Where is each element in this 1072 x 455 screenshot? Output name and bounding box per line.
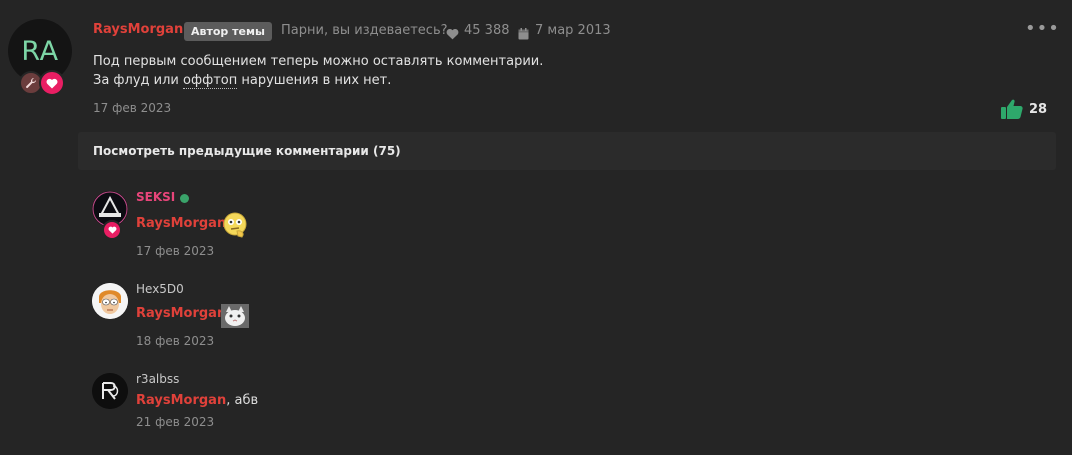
comment-text: RaysMorgan, абв (136, 393, 258, 408)
comment-text: RaysMorgan, (136, 306, 230, 321)
comment-author[interactable]: Hex5D0 (136, 282, 184, 296)
author-tag-badge: Автор темы (184, 22, 272, 41)
comment-avatar[interactable] (92, 373, 128, 409)
views-count: 45 388 (464, 23, 510, 38)
thumbs-up-icon[interactable] (1001, 99, 1023, 123)
mention-link[interactable]: RaysMorgan (136, 306, 226, 321)
like-count: 28 (1029, 102, 1048, 117)
post-body-line1: Под первым сообщением теперь можно остав… (93, 54, 544, 69)
calendar-icon (518, 25, 529, 44)
more-icon[interactable]: ••• (1025, 18, 1060, 39)
comment-avatar[interactable] (92, 283, 128, 319)
mention-link[interactable]: RaysMorgan (136, 393, 226, 408)
avatar-initials: RA (21, 35, 59, 67)
comment-date[interactable]: 18 фев 2023 (136, 334, 214, 348)
prev-comments-link[interactable]: Посмотреть предыдущие комментарии (75) (93, 144, 401, 158)
offtop-term[interactable]: оффтоп (183, 73, 238, 89)
heart-icon (39, 70, 65, 96)
thinking-emoji-icon (221, 211, 249, 243)
body-text: За флуд или (93, 73, 184, 88)
cat-sticker-icon (221, 304, 249, 332)
thread-date: 7 мар 2013 (535, 23, 611, 38)
comment-date[interactable]: 17 фев 2023 (136, 244, 214, 258)
post-body: Под первым сообщением теперь можно остав… (93, 52, 543, 90)
comment-date[interactable]: 21 фев 2023 (136, 415, 214, 429)
thread-title[interactable]: Парни, вы издеваетесь? (281, 23, 448, 38)
post-date[interactable]: 17 фев 2023 (93, 101, 171, 115)
body-text: нарушения в них нет. (237, 73, 392, 88)
author-avatar[interactable]: RA (8, 19, 72, 83)
post-author[interactable]: RaysMorgan (93, 22, 183, 37)
comment-text: RaysMorgan, (136, 216, 230, 231)
heart-icon (102, 220, 122, 240)
mention-link[interactable]: RaysMorgan (136, 216, 226, 231)
post-body-line2: За флуд или оффтоп нарушения в них нет. (93, 71, 543, 90)
online-indicator (180, 194, 189, 203)
comment-author[interactable]: SEKSI (136, 190, 175, 204)
comment-author[interactable]: r3albss (136, 372, 179, 386)
heart-views-icon (446, 25, 459, 44)
comment-text-rest: , абв (226, 393, 259, 408)
